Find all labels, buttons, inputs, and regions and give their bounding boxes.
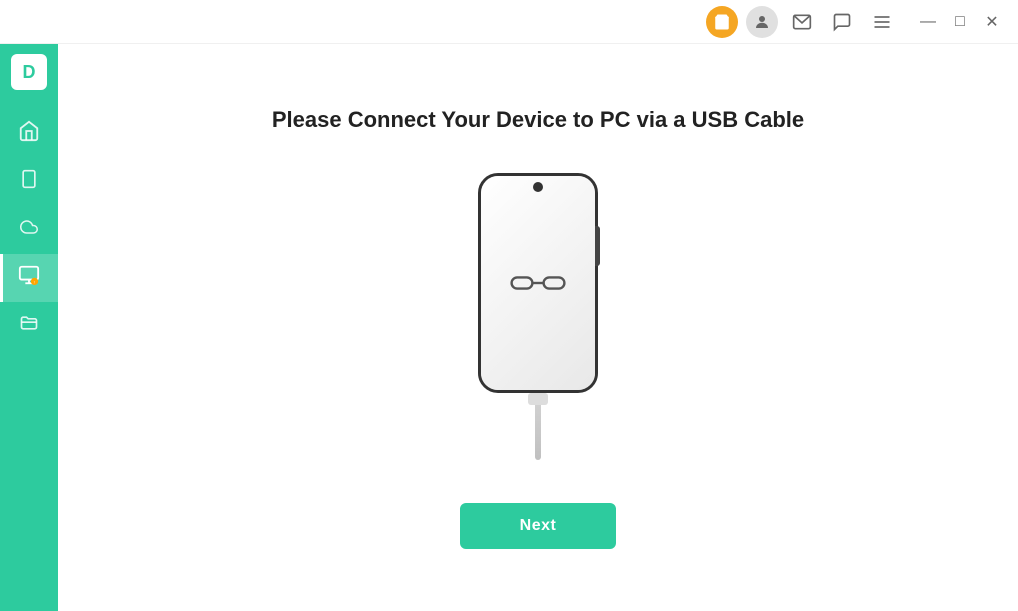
sidebar-item-device[interactable] (0, 158, 58, 206)
close-button[interactable]: ✕ (978, 8, 1006, 36)
phone-illustration (473, 173, 603, 463)
menu-icon[interactable] (866, 6, 898, 38)
phone-notch (533, 182, 543, 192)
window-controls: — □ ✕ (914, 8, 1006, 36)
phone-body (478, 173, 598, 393)
cable-wire (535, 405, 541, 460)
cable-plug (528, 393, 548, 405)
next-button[interactable]: Next (460, 503, 617, 549)
cloud-icon (18, 218, 40, 242)
link-chain-icon (510, 271, 566, 295)
home-icon (18, 120, 40, 148)
sidebar-item-repair[interactable]: ! (0, 254, 58, 302)
sidebar-item-backup[interactable] (0, 206, 58, 254)
sidebar-item-files[interactable] (0, 302, 58, 350)
phone-screen (481, 176, 595, 390)
svg-text:!: ! (34, 280, 35, 284)
user-icon[interactable] (746, 6, 778, 38)
title-bar: — □ ✕ (0, 0, 1018, 44)
chat-icon[interactable] (826, 6, 858, 38)
repair-icon: ! (18, 264, 40, 292)
files-icon (18, 313, 40, 339)
sidebar-item-home[interactable] (0, 110, 58, 158)
usb-cable (528, 393, 548, 463)
phone-side-button (595, 226, 600, 266)
page-title: Please Connect Your Device to PC via a U… (272, 107, 804, 133)
sidebar: D (0, 44, 58, 611)
maximize-button[interactable]: □ (946, 8, 974, 36)
cart-icon[interactable] (706, 6, 738, 38)
app-body: D (0, 44, 1018, 611)
app-logo[interactable]: D (11, 54, 47, 90)
main-content: Please Connect Your Device to PC via a U… (58, 44, 1018, 611)
minimize-button[interactable]: — (914, 8, 942, 36)
mail-icon[interactable] (786, 6, 818, 38)
title-bar-icons: — □ ✕ (706, 6, 1006, 38)
device-icon (19, 168, 39, 196)
